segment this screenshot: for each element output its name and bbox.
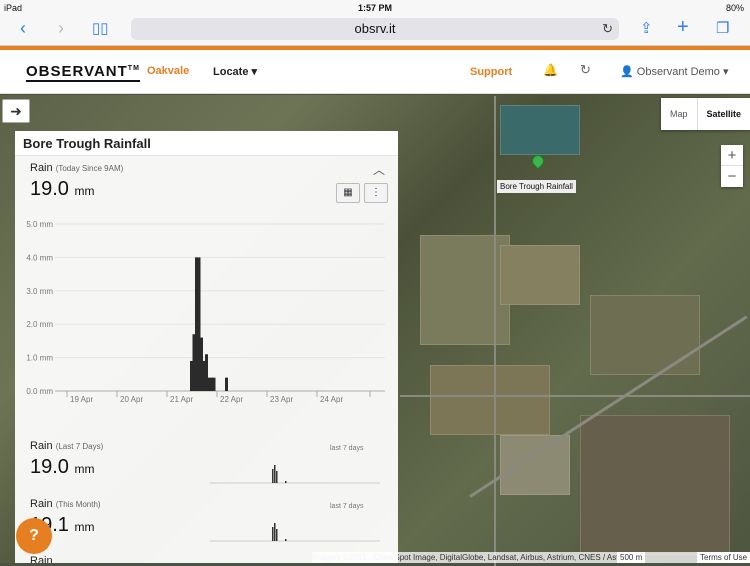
sparkline-bar xyxy=(285,481,287,483)
x-tick-label: 19 Apr xyxy=(70,395,93,404)
unit: mm xyxy=(74,520,95,534)
pin-label: Bore Trough Rainfall xyxy=(497,180,576,193)
today-rain-value: 19.0 mm xyxy=(30,178,95,201)
map-road xyxy=(494,96,496,566)
reload-icon[interactable]: ↻ xyxy=(602,18,613,40)
x-tick-label: 20 Apr xyxy=(120,395,143,404)
week-value: 19.0 xyxy=(30,456,69,478)
map-field xyxy=(430,365,550,435)
back-arrow-icon[interactable]: ‹ xyxy=(20,18,26,39)
x-tick-label: 24 Apr xyxy=(320,395,343,404)
week-sparkline xyxy=(210,465,380,484)
sparkline-bar xyxy=(274,465,276,483)
user-menu[interactable]: 👤 Observant Demo ▾ xyxy=(620,65,729,78)
map-field xyxy=(500,245,580,305)
week-rain-label: Rain (Last 7 Days) xyxy=(30,440,103,452)
bookmarks-icon[interactable]: ▯▯ xyxy=(92,19,109,37)
rain-label: Rain xyxy=(30,440,53,452)
sparkline-bar xyxy=(272,469,274,483)
help-button[interactable]: ? xyxy=(16,518,52,554)
map-road xyxy=(400,395,750,397)
location-link[interactable]: Oakvale xyxy=(147,65,189,77)
refresh-icon[interactable]: ↻ xyxy=(580,62,591,78)
logo-tm: TM xyxy=(127,65,140,72)
unit: mm xyxy=(74,184,95,198)
map-type-satellite[interactable]: Satellite xyxy=(696,98,750,130)
battery-label: 80% xyxy=(725,3,744,13)
map-field xyxy=(500,435,570,495)
rainfall-chart: 0.0 mm 1.0 mm 2.0 mm 3.0 mm 4.0 mm 5.0 mm 19 A… xyxy=(26,220,385,404)
zoom-out-button[interactable]: − xyxy=(721,166,743,187)
week-range-label: last 7 days xyxy=(330,445,364,452)
back-circle-icon[interactable]: ➜ xyxy=(2,99,30,123)
app-navbar: OBSERVANTTM Oakvale Locate ▾ Support 🔔 ↻… xyxy=(0,50,750,94)
question-icon: ? xyxy=(29,527,39,544)
support-link[interactable]: Support xyxy=(470,66,512,78)
new-tab-icon[interactable]: + xyxy=(677,16,689,39)
rain-label: Rain xyxy=(30,498,53,510)
x-tick-label: 21 Apr xyxy=(170,395,193,404)
y-tick-label: 0.0 mm xyxy=(26,387,53,396)
sparkline-bar xyxy=(285,539,287,541)
tabs-icon[interactable]: ❐ xyxy=(716,19,729,37)
ios-status-bar: iPad 1:57 PM 80% xyxy=(0,0,750,16)
map-type-map[interactable]: Map xyxy=(661,98,697,130)
unit: mm xyxy=(74,462,95,476)
zoom-control: + − xyxy=(721,145,743,187)
sparkline-bar xyxy=(274,523,276,541)
user-name: Observant Demo ▾ xyxy=(636,66,729,78)
logo-text: OBSERVANT xyxy=(26,63,128,80)
forward-arrow-icon[interactable]: › xyxy=(58,18,64,39)
map-field xyxy=(590,295,700,375)
map-field xyxy=(420,235,510,345)
next-rain-label: Rain xyxy=(30,555,53,563)
map-type-toggle: Map Satellite xyxy=(661,98,750,130)
x-tick-label: 22 Apr xyxy=(220,395,243,404)
zoom-in-button[interactable]: + xyxy=(721,145,743,166)
rain-label: Rain xyxy=(30,162,53,174)
week-rain-value: 19.0 mm xyxy=(30,456,95,479)
month-range-label: last 7 days xyxy=(330,503,364,510)
map-field xyxy=(500,105,580,155)
y-tick-label: 3.0 mm xyxy=(26,287,53,296)
week-note: (Last 7 Days) xyxy=(55,442,104,451)
month-rain-label: Rain (This Month) xyxy=(30,498,101,510)
sparkline-bar xyxy=(272,527,274,541)
y-tick-label: 2.0 mm xyxy=(26,320,53,329)
today-note: (Today Since 9AM) xyxy=(55,164,124,173)
panel-title: Bore Trough Rainfall xyxy=(15,131,398,156)
x-tick-label: 23 Apr xyxy=(270,395,293,404)
sparkline-bar xyxy=(276,471,278,483)
locate-menu[interactable]: Locate ▾ xyxy=(213,65,257,78)
map-field xyxy=(580,415,730,555)
month-note: (This Month) xyxy=(55,500,101,509)
today-value: 19.0 xyxy=(30,178,69,200)
bell-icon[interactable]: 🔔 xyxy=(543,63,558,77)
today-rain-label: Rain (Today Since 9AM) xyxy=(30,162,123,174)
sparkline-bar xyxy=(276,529,278,541)
y-tick-label: 5.0 mm xyxy=(26,220,53,229)
calendar-icon[interactable]: ▦ xyxy=(336,183,360,203)
y-tick-label: 4.0 mm xyxy=(26,253,53,262)
rain-bar xyxy=(212,377,216,391)
observant-logo[interactable]: OBSERVANTTM xyxy=(26,63,140,82)
share-icon[interactable]: ⇪ xyxy=(640,19,653,37)
address-bar[interactable]: obsrv.it ↻ xyxy=(131,18,619,40)
more-options-icon[interactable]: ⋮ xyxy=(364,183,388,203)
clock: 1:57 PM xyxy=(357,3,392,13)
user-icon: 👤 xyxy=(620,66,634,78)
terms-link[interactable]: Terms of Use xyxy=(697,552,750,563)
rainfall-panel: Bore Trough Rainfall Rain (Today Since 9… xyxy=(15,131,398,563)
map-scale: 500 m xyxy=(617,552,646,563)
browser-toolbar: ‹ › ▯▯ obsrv.it ↻ ⇪ + ❐ xyxy=(0,16,750,46)
collapse-chevron-icon[interactable]: ︿ xyxy=(373,161,385,178)
url-text: obsrv.it xyxy=(354,21,396,36)
rain-bar xyxy=(225,377,228,391)
y-tick-label: 1.0 mm xyxy=(26,354,53,363)
month-sparkline xyxy=(210,523,380,542)
